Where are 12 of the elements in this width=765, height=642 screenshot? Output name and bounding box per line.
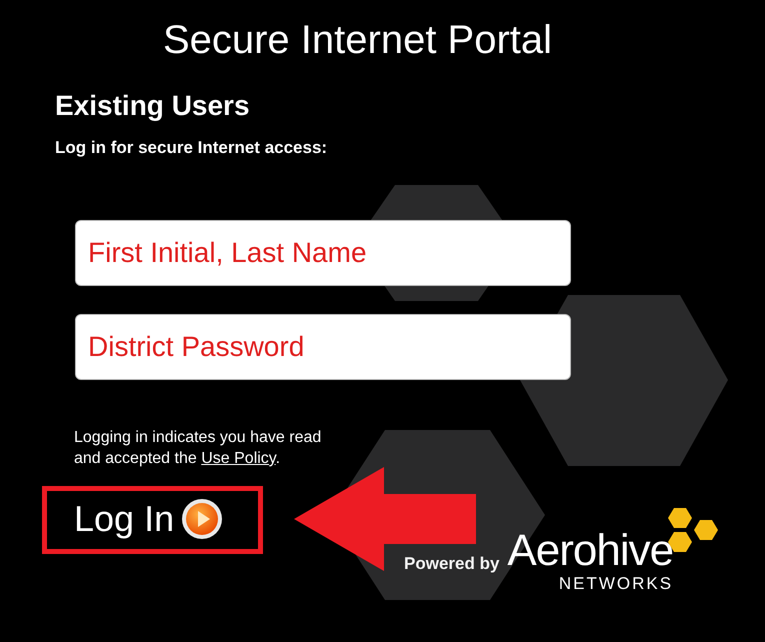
section-heading: Existing Users (55, 90, 250, 122)
play-icon (180, 497, 224, 541)
input-field[interactable]: District Password (75, 314, 571, 380)
input-field[interactable]: First Initial, Last Name (75, 220, 571, 286)
use-policy-link[interactable]: Use Policy (201, 450, 276, 467)
powered-by-text: Powered by (404, 554, 500, 574)
brand-name: Aerohive (507, 528, 674, 574)
policy-notice: Logging in indicates you have read and accepted the Use Policy. (74, 428, 322, 469)
brand-subtitle: NETWORKS (558, 574, 674, 594)
page-title: Secure Internet Portal (162, 17, 554, 64)
login-button[interactable]: Log In (74, 497, 224, 541)
instruction-text: Log in for secure Internet access: (55, 138, 328, 158)
